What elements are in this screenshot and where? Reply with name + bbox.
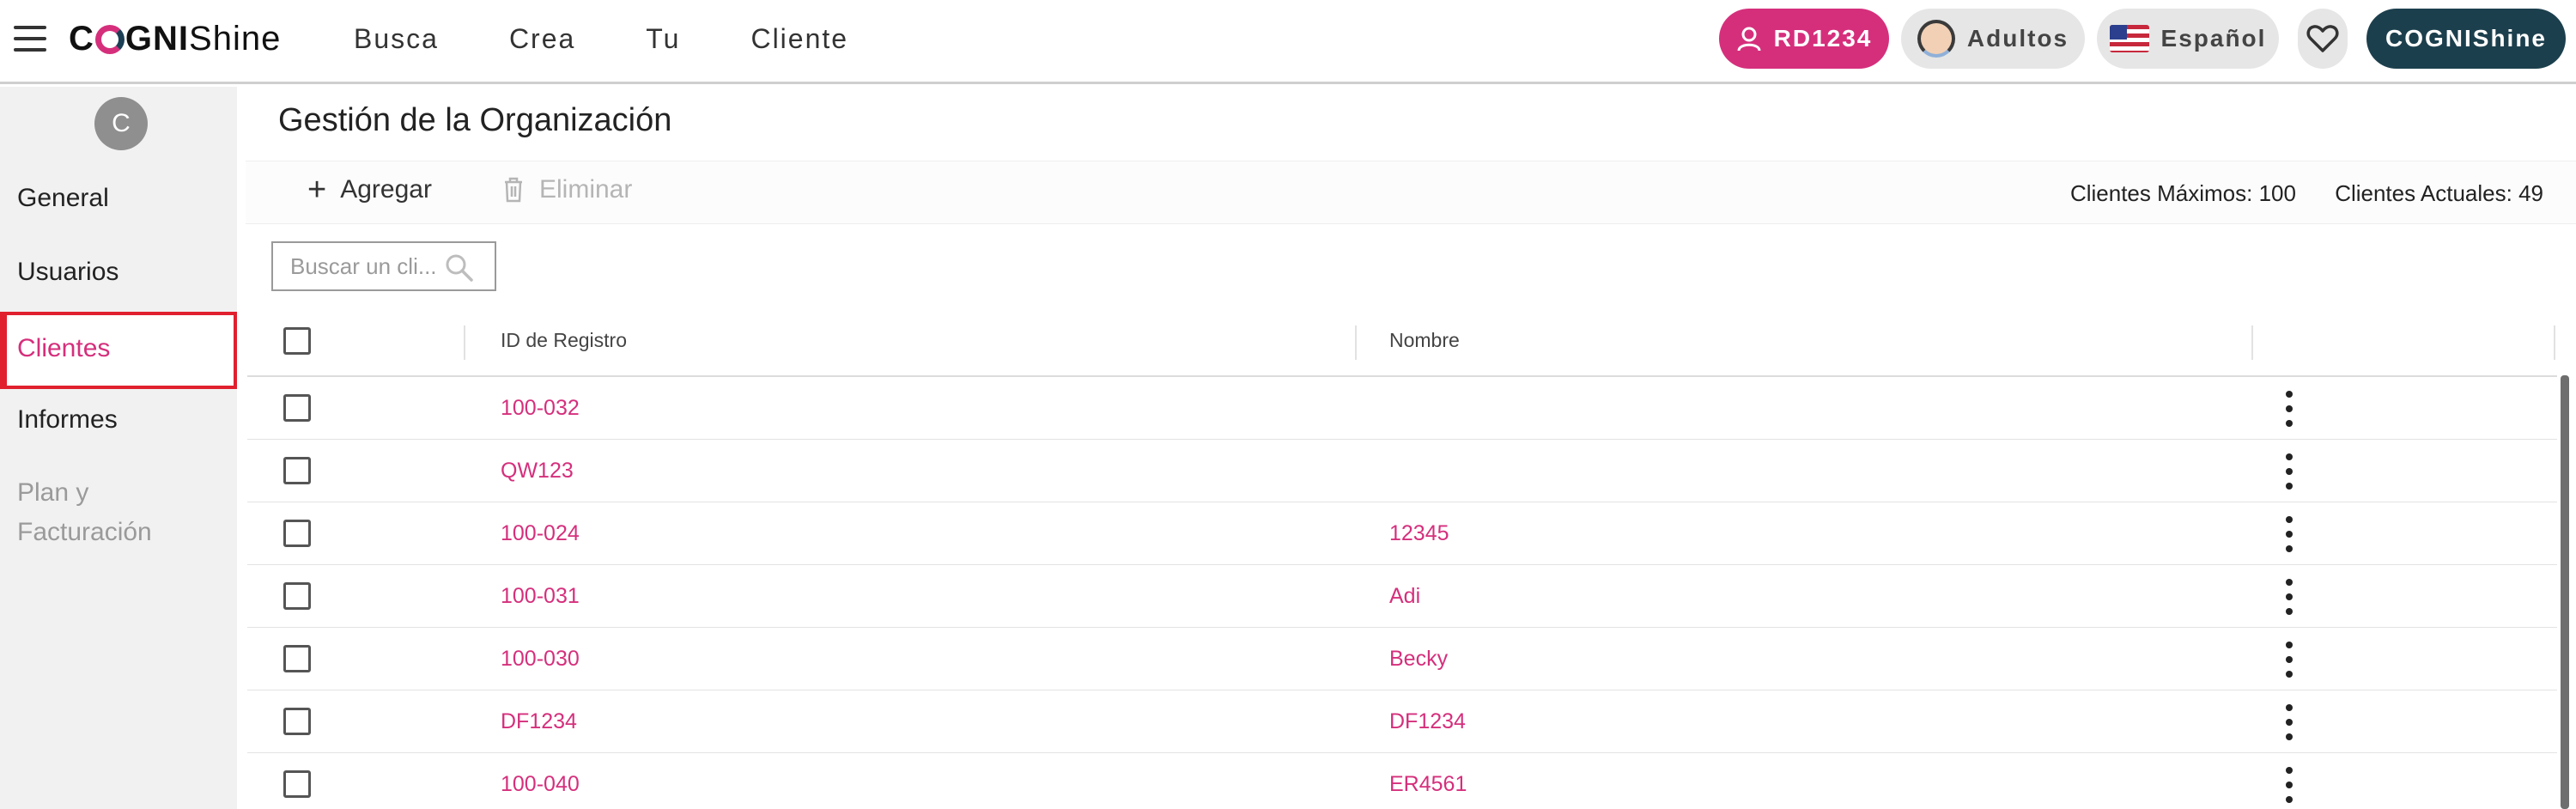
logo-middle: GNI bbox=[125, 19, 190, 58]
column-divider bbox=[464, 325, 465, 360]
user-icon bbox=[1737, 27, 1761, 52]
table-header: ID de Registro Nombre bbox=[247, 307, 2557, 377]
logo-suffix: Shine bbox=[189, 19, 282, 58]
row-name[interactable]: ER4561 bbox=[1389, 772, 1467, 797]
main-content: Gestión de la Organización + Agregar Eli… bbox=[237, 87, 2576, 809]
row-checkbox[interactable] bbox=[283, 520, 311, 547]
table-scrollbar[interactable] bbox=[2561, 375, 2569, 809]
delete-button[interactable]: Eliminar bbox=[503, 175, 632, 204]
sidebar-item-plan-facturacion[interactable]: Plan y Facturación bbox=[0, 473, 237, 552]
row-name[interactable]: Adi bbox=[1389, 584, 1420, 609]
row-id[interactable]: DF1234 bbox=[501, 709, 577, 734]
language-label: Español bbox=[2160, 25, 2267, 52]
delete-label: Eliminar bbox=[539, 175, 633, 204]
row-name[interactable]: Becky bbox=[1389, 647, 1448, 672]
language-button[interactable]: Español bbox=[2097, 9, 2279, 69]
sidebar-item-label-line2: Facturación bbox=[17, 518, 152, 546]
search-box[interactable] bbox=[271, 241, 496, 291]
trash-icon bbox=[505, 177, 522, 203]
row-checkbox[interactable] bbox=[283, 394, 311, 422]
sidebar-item-label-line1: Plan y bbox=[17, 478, 89, 507]
sidebar-item-clientes[interactable]: Clientes bbox=[0, 312, 237, 389]
table-row[interactable]: 100-024 12345 bbox=[247, 502, 2557, 565]
favorites-button[interactable] bbox=[2298, 9, 2348, 69]
sidebar: C General Usuarios Clientes Informes Pla… bbox=[0, 87, 237, 809]
table-row[interactable]: DF1234 DF1234 bbox=[247, 690, 2557, 753]
row-id[interactable]: 100-031 bbox=[501, 584, 580, 609]
sidebar-item-usuarios[interactable]: Usuarios bbox=[0, 253, 237, 291]
row-id[interactable]: 100-024 bbox=[501, 521, 580, 546]
row-id[interactable]: 100-032 bbox=[501, 396, 580, 421]
column-divider bbox=[1355, 325, 1357, 360]
row-checkbox[interactable] bbox=[283, 770, 311, 798]
us-flag-icon bbox=[2109, 25, 2149, 52]
menu-icon[interactable] bbox=[14, 26, 46, 52]
current-clients: Clientes Actuales: 49 bbox=[2335, 180, 2543, 206]
more-options-icon[interactable] bbox=[2281, 579, 2298, 615]
add-label: Agregar bbox=[340, 175, 432, 204]
audience-button[interactable]: Adultos bbox=[1901, 9, 2085, 69]
select-all-checkbox[interactable] bbox=[283, 327, 311, 355]
table-row[interactable]: 100-031 Adi bbox=[247, 565, 2557, 628]
header-id[interactable]: ID de Registro bbox=[501, 329, 627, 352]
more-options-icon[interactable] bbox=[2281, 453, 2298, 490]
row-name[interactable]: 12345 bbox=[1389, 521, 1449, 546]
sidebar-item-informes[interactable]: Informes bbox=[0, 401, 237, 439]
audience-label: Adultos bbox=[1966, 25, 2069, 52]
app-logo[interactable]: C GNI Shine bbox=[69, 17, 281, 60]
clients-table: ID de Registro Nombre 100-032 QW123 100-… bbox=[247, 307, 2557, 809]
more-options-icon[interactable] bbox=[2281, 767, 2298, 803]
row-checkbox[interactable] bbox=[283, 708, 311, 735]
nav-cliente[interactable]: Cliente bbox=[750, 21, 848, 57]
client-stats: Clientes Máximos: 100 Clientes Actuales:… bbox=[2038, 180, 2543, 207]
heart-icon bbox=[2306, 25, 2339, 52]
row-checkbox[interactable] bbox=[283, 582, 311, 610]
user-account-button[interactable]: RD1234 bbox=[1719, 9, 1889, 69]
add-button[interactable]: + Agregar bbox=[307, 172, 432, 208]
nav-tu[interactable]: Tu bbox=[646, 21, 680, 57]
header-name[interactable]: Nombre bbox=[1389, 329, 1460, 352]
row-id[interactable]: 100-040 bbox=[501, 772, 580, 797]
brand-button[interactable]: COGNIShine bbox=[2366, 9, 2566, 69]
sidebar-item-general[interactable]: General bbox=[0, 179, 237, 217]
row-id[interactable]: QW123 bbox=[501, 459, 574, 484]
column-divider bbox=[2554, 325, 2555, 360]
column-divider bbox=[2251, 325, 2253, 360]
main-nav: Busca Crea Tu Cliente bbox=[354, 21, 919, 57]
action-bar: + Agregar Eliminar Clientes Máximos: 100… bbox=[246, 161, 2576, 224]
adult-avatar-icon bbox=[1917, 20, 1955, 58]
nav-crea[interactable]: Crea bbox=[509, 21, 575, 57]
row-checkbox[interactable] bbox=[283, 457, 311, 484]
more-options-icon[interactable] bbox=[2281, 391, 2298, 427]
table-row[interactable]: 100-040 ER4561 bbox=[247, 753, 2557, 809]
org-avatar[interactable]: C bbox=[94, 97, 148, 150]
table-row[interactable]: 100-030 Becky bbox=[247, 628, 2557, 690]
logo-prefix: C bbox=[69, 19, 94, 58]
user-id-label: RD1234 bbox=[1773, 25, 1873, 52]
max-clients: Clientes Máximos: 100 bbox=[2069, 180, 2296, 206]
nav-busca[interactable]: Busca bbox=[354, 21, 439, 57]
page-title: Gestión de la Organización bbox=[278, 102, 672, 138]
logo-o-icon bbox=[94, 25, 125, 54]
row-name[interactable]: DF1234 bbox=[1389, 709, 1466, 734]
row-checkbox[interactable] bbox=[283, 645, 311, 672]
more-options-icon[interactable] bbox=[2281, 704, 2298, 740]
table-row[interactable]: QW123 bbox=[247, 440, 2557, 502]
search-icon[interactable] bbox=[445, 253, 474, 283]
plus-icon: + bbox=[307, 172, 327, 208]
more-options-icon[interactable] bbox=[2281, 642, 2298, 678]
top-bar: C GNI Shine Busca Crea Tu Cliente RD1234 A… bbox=[0, 0, 2576, 84]
row-id[interactable]: 100-030 bbox=[501, 647, 580, 672]
more-options-icon[interactable] bbox=[2281, 516, 2298, 552]
search-input[interactable] bbox=[290, 253, 462, 280]
table-row[interactable]: 100-032 bbox=[247, 377, 2557, 440]
